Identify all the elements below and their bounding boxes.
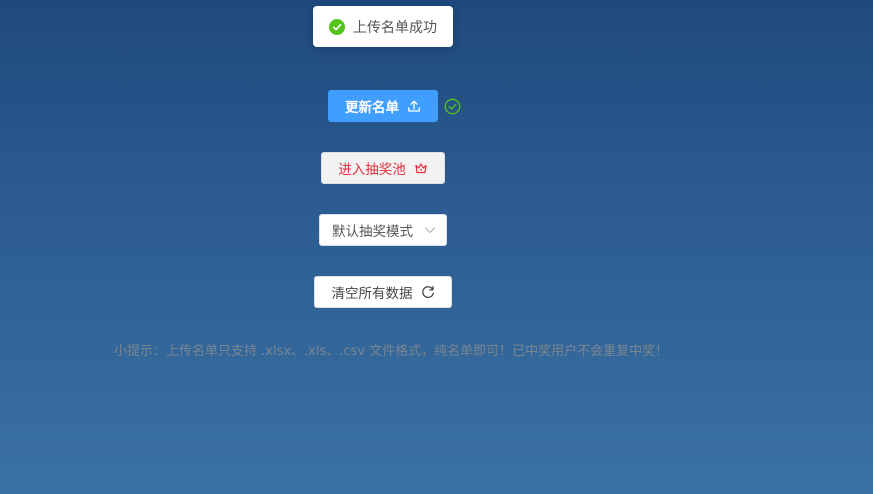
lottery-mode-selected-value: 默认抽奖模式: [332, 224, 413, 240]
crown-icon: [414, 161, 428, 175]
clear-all-data-label: 清空所有数据: [331, 286, 413, 302]
update-list-button[interactable]: 更新名单: [328, 90, 438, 122]
enter-lottery-pool-button[interactable]: 进入抽奖池: [321, 152, 445, 184]
lottery-mode-select[interactable]: 默认抽奖模式: [319, 214, 447, 246]
toast-message: 上传名单成功: [353, 19, 437, 36]
upload-success-toast: 上传名单成功: [313, 6, 453, 47]
upload-tip-text: 小提示：上传名单只支持 .xlsx、.xls、.csv 文件格式，纯名单即可！已…: [114, 344, 669, 359]
chevron-down-icon: [424, 224, 436, 236]
check-circle-outline-icon: [443, 97, 461, 115]
upload-icon: [407, 99, 421, 113]
check-circle-icon: [329, 18, 345, 35]
update-list-label: 更新名单: [345, 100, 399, 116]
enter-lottery-pool-label: 进入抽奖池: [338, 162, 406, 178]
refresh-icon: [421, 285, 435, 299]
clear-all-data-button[interactable]: 清空所有数据: [314, 276, 452, 308]
